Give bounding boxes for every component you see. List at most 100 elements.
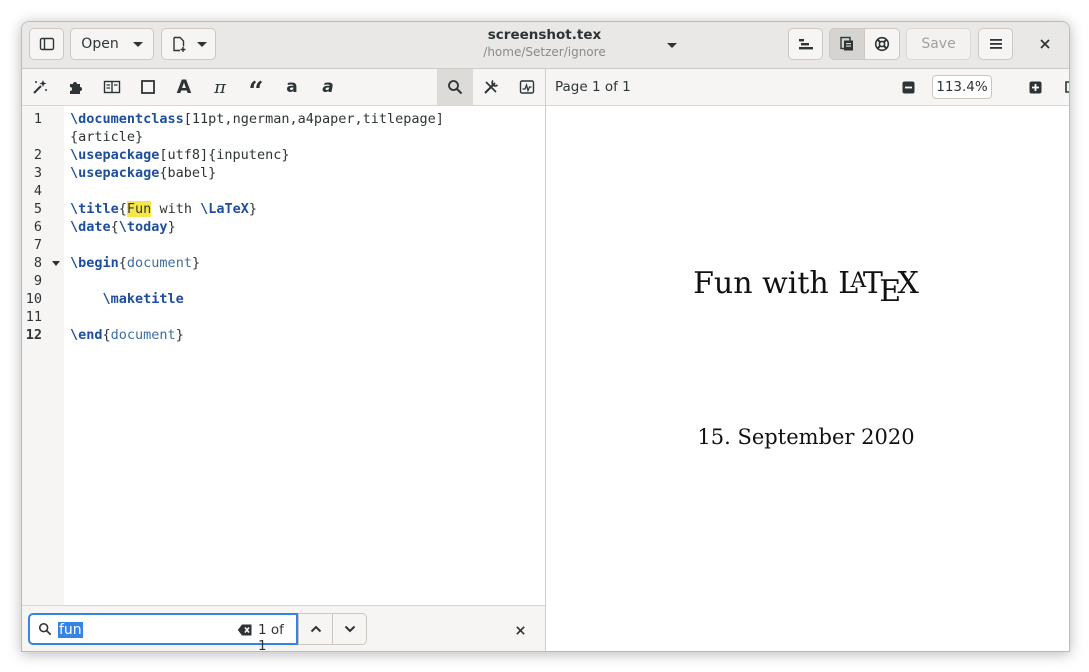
bold-a-icon: a: [286, 77, 298, 97]
code-line[interactable]: 6 \date{\today}: [22, 218, 542, 236]
build-button[interactable]: [473, 69, 509, 105]
code-token: {: [118, 255, 127, 271]
latex-command: \documentclass: [70, 111, 184, 127]
quote-marks-icon: “: [248, 77, 264, 107]
next-match-button[interactable]: [332, 613, 367, 645]
puzzle-piece-icon: [70, 82, 82, 94]
math-button[interactable]: π: [202, 69, 238, 105]
code-text: \usepackage[utf8]{inputenc}: [70, 146, 289, 164]
line-number: 3: [33, 165, 42, 181]
code-line[interactable]: 8 \begin{document}: [22, 254, 542, 272]
line-number: 7: [33, 237, 42, 253]
search-query: fun: [58, 622, 83, 638]
document-path: /home/Setzer/ignore: [483, 45, 606, 59]
main-menu-button[interactable]: [978, 28, 1013, 60]
code-line[interactable]: 11: [22, 308, 542, 326]
code-line[interactable]: 9: [22, 272, 542, 290]
code-line[interactable]: 7: [22, 236, 542, 254]
line-number: 2: [33, 147, 42, 163]
preview-toggle-button[interactable]: [829, 28, 865, 60]
magic-wand-icon: [33, 80, 47, 94]
line-number: 6: [33, 219, 42, 235]
code-editor[interactable]: 1 \documentclass[11pt,ngerman,a4paper,tit…: [22, 106, 545, 605]
code-line[interactable]: 4: [22, 182, 542, 200]
insert-package-button[interactable]: [58, 69, 94, 105]
zoom-out-icon: [902, 81, 914, 93]
search-icon: [38, 622, 52, 636]
save-button[interactable]: Save: [906, 28, 971, 60]
line-number: 12: [25, 327, 42, 343]
setzer-window: Open screenshot.tex /home/Setzer/ignore …: [21, 21, 1070, 652]
latex-logo: LATEX: [838, 266, 919, 309]
code-token: document: [126, 255, 192, 271]
code-token: {: [118, 201, 127, 217]
code-token: }: [175, 327, 184, 343]
pi-icon: π: [214, 76, 226, 98]
sidebar-toggle-button[interactable]: [29, 28, 64, 60]
latex-command: \LaTeX: [200, 201, 249, 217]
code-text: \maketitle: [70, 290, 184, 308]
code-line[interactable]: 1 \documentclass[11pt,ngerman,a4paper,tit…: [22, 110, 542, 128]
title-menu-button[interactable]: [662, 38, 682, 52]
document-structure-button[interactable]: [788, 28, 823, 60]
chevron-up-icon: [310, 625, 321, 633]
close-icon: [1040, 39, 1050, 49]
zoom-out-button[interactable]: [898, 77, 918, 97]
preview-title-text: Fun with: [693, 266, 839, 301]
build-log-button[interactable]: [509, 69, 545, 105]
search-match-highlight: Fun: [126, 201, 152, 217]
code-text: \title{Fun with \LaTeX}: [70, 200, 257, 218]
help-button[interactable]: [864, 28, 900, 60]
environment-button[interactable]: [130, 69, 166, 105]
code-line[interactable]: 5 \title{Fun with \LaTeX}: [22, 200, 542, 218]
find-button[interactable]: [437, 69, 473, 105]
latex-command: \date: [70, 219, 111, 235]
search-input[interactable]: fun 1 of 1: [28, 613, 298, 651]
bold-button[interactable]: a: [274, 69, 310, 105]
code-line[interactable]: {article}: [22, 128, 542, 146]
square-frame-icon: [141, 80, 155, 94]
search-icon: [448, 80, 463, 95]
zoom-level-field[interactable]: 113.4%: [932, 75, 992, 99]
open-button-label: Open: [81, 36, 119, 52]
latex-command: \maketitle: [102, 291, 184, 307]
new-document-icon: [172, 36, 185, 52]
latex-logo-x: X: [897, 266, 919, 301]
latex-command: \today: [118, 219, 168, 235]
italic-button[interactable]: a: [310, 69, 346, 105]
wizard-button[interactable]: [22, 69, 58, 105]
code-line[interactable]: 10 \maketitle: [22, 290, 542, 308]
previous-match-button[interactable]: [298, 613, 333, 645]
external-viewer-button[interactable]: [1061, 77, 1069, 97]
document-sectioning-button[interactable]: [94, 69, 130, 105]
build-log-icon: [519, 80, 535, 94]
text-formatting-button[interactable]: A: [166, 69, 202, 105]
close-search-button[interactable]: [508, 620, 532, 640]
clear-search-icon[interactable]: [237, 623, 253, 637]
zoom-in-button[interactable]: [1025, 77, 1045, 97]
quotes-button[interactable]: “: [238, 69, 274, 105]
line-number: 5: [33, 201, 42, 217]
document-structure-icon: [798, 39, 813, 50]
code-text: \usepackage{babel}: [70, 164, 216, 182]
new-document-button[interactable]: [161, 28, 216, 60]
close-window-button[interactable]: [1027, 28, 1063, 60]
preview-document-date: 15. September 2020: [697, 425, 915, 449]
code-token: }: [191, 255, 201, 271]
code-token: }: [248, 201, 258, 217]
zoom-in-icon: [1029, 81, 1041, 93]
code-line[interactable]: 12 \end{document}: [22, 326, 542, 344]
window-title: screenshot.tex /home/Setzer/ignore: [442, 27, 647, 60]
code-token: }: [167, 219, 176, 235]
fold-arrow-icon[interactable]: [52, 261, 60, 266]
header-bar: Open screenshot.tex /home/Setzer/ignore …: [22, 22, 1069, 69]
pdf-preview[interactable]: Fun with LATEX 15. September 2020: [546, 106, 1069, 651]
code-text: \documentclass[11pt,ngerman,a4paper,titl…: [70, 110, 444, 128]
latex-command: \begin: [70, 255, 119, 271]
preview-pane-icon: [840, 36, 853, 51]
open-button[interactable]: Open: [70, 28, 154, 60]
code-token: {: [102, 327, 111, 343]
code-line[interactable]: 2 \usepackage[utf8]{inputenc}: [22, 146, 542, 164]
code-line[interactable]: 3 \usepackage{babel}: [22, 164, 542, 182]
